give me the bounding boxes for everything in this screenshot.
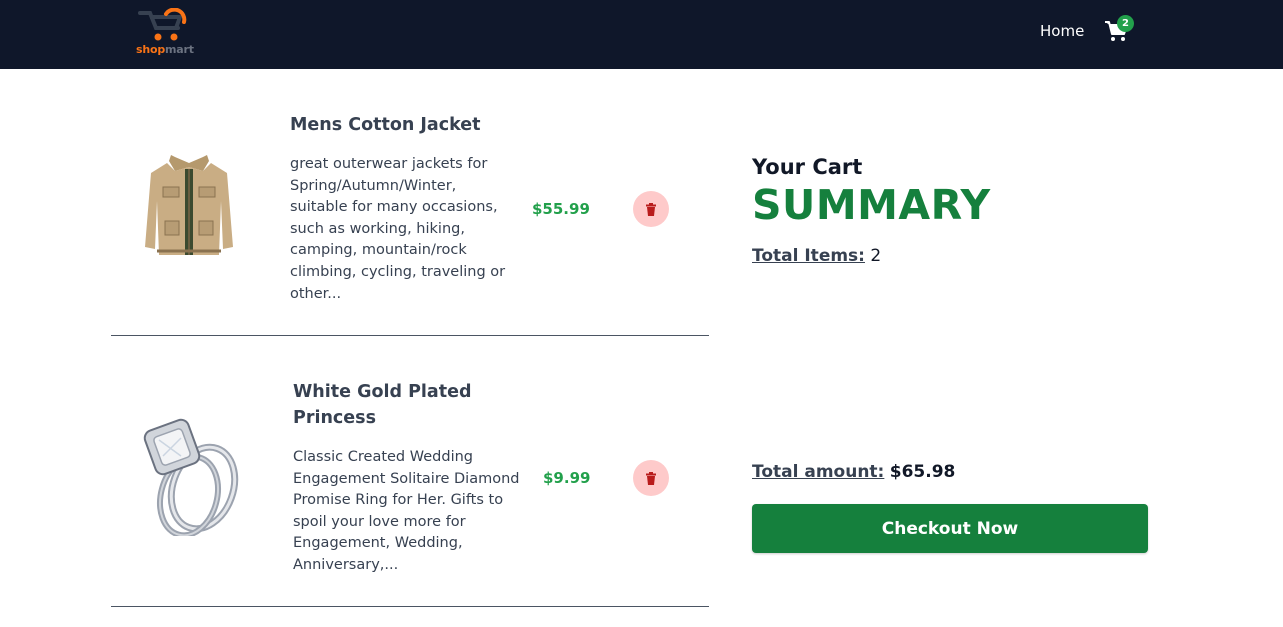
total-amount: Total amount: $65.98 [752, 462, 955, 482]
item-title: White Gold Plated Princess [293, 382, 472, 428]
item-description: Classic Created Wedding Engagement Solit… [293, 449, 520, 573]
total-items-label: Total Items: [752, 246, 865, 266]
total-items: Total Items: 2 [752, 246, 881, 266]
shopmart-logo[interactable]: shopmart [136, 8, 200, 60]
item-price: $55.99 [532, 200, 590, 218]
item-price: $9.99 [543, 469, 591, 487]
checkout-button[interactable]: Checkout Now [752, 504, 1148, 553]
cart-logo-icon [138, 8, 187, 41]
cart-item: Mens Cotton Jacket great outerwear jacke… [111, 69, 709, 336]
total-items-value: 2 [870, 246, 882, 266]
cart-item: White Gold Plated Princess Classic Creat… [111, 336, 709, 607]
jacket-image [137, 151, 241, 263]
ring-image [137, 416, 241, 539]
summary-subtitle: Your Cart [752, 155, 863, 179]
logo-wordmark: shopmart [136, 43, 194, 56]
item-description: great outerwear jackets for Spring/Autum… [290, 156, 506, 302]
nav-home-link[interactable]: Home [1040, 22, 1084, 40]
cart-count-badge: 2 [1117, 15, 1134, 32]
item-title: Mens Cotton Jacket [290, 115, 481, 135]
navbar: shopmart Home 2 [0, 0, 1283, 69]
trash-icon [646, 202, 656, 216]
trash-icon [646, 471, 656, 485]
summary-title: SUMMARY [752, 181, 991, 229]
total-amount-value: $65.98 [889, 462, 956, 482]
delete-item-button[interactable] [633, 191, 669, 227]
delete-item-button[interactable] [633, 460, 669, 496]
total-amount-label: Total amount: [752, 462, 885, 482]
